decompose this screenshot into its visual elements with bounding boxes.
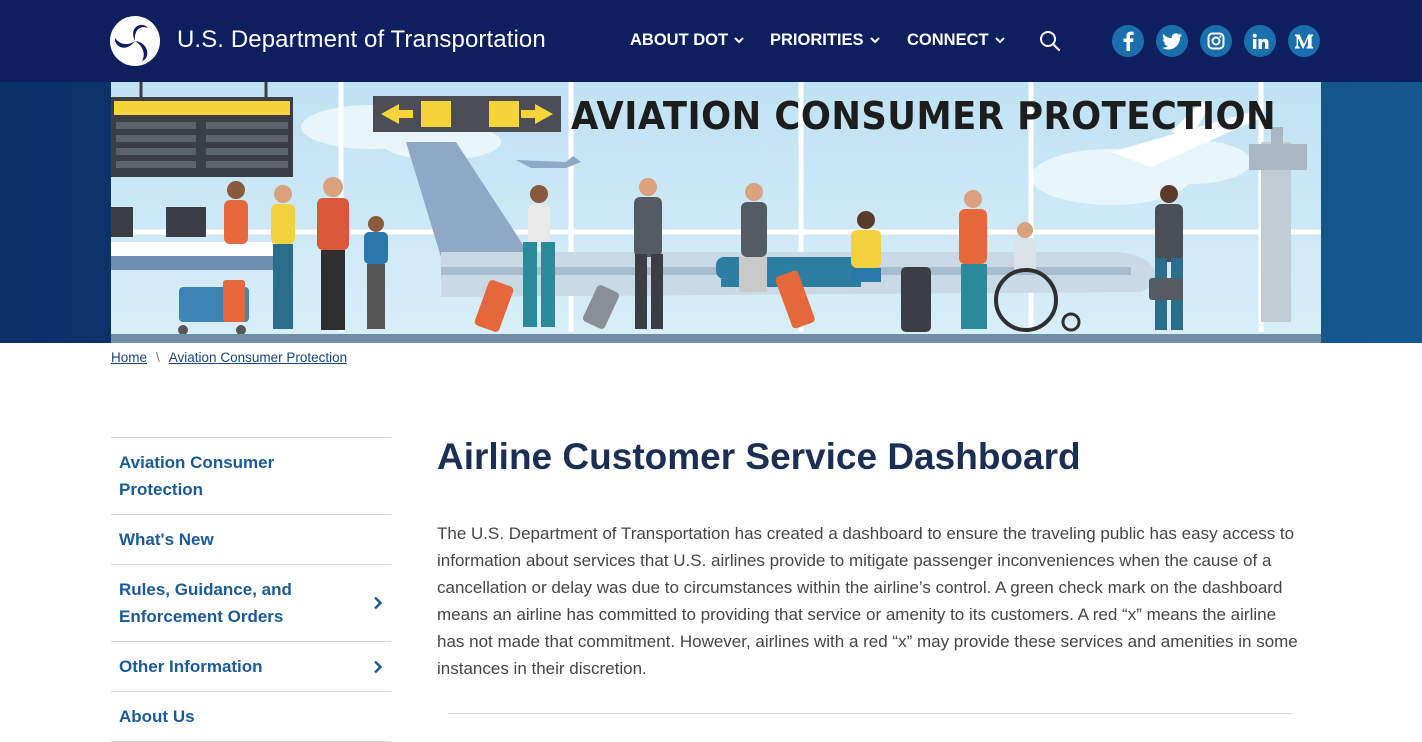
- facebook-icon[interactable]: [1112, 25, 1144, 57]
- breadcrumb-home-link[interactable]: Home: [111, 350, 147, 365]
- dot-logo-icon[interactable]: [110, 16, 160, 66]
- nav-priorities[interactable]: PRIORITIES: [770, 31, 880, 50]
- search-icon[interactable]: [1039, 30, 1061, 52]
- side-navigation: Aviation Consumer Protection What's New …: [111, 437, 391, 742]
- medium-icon[interactable]: [1288, 25, 1320, 57]
- hero-banner-background: AVIATION CONSUMER PROTECTION: [0, 82, 1422, 343]
- sidenav-item-rules-guidance[interactable]: Rules, Guidance, and Enforcement Orders: [111, 565, 391, 642]
- sidenav-item-aviation-consumer-protection[interactable]: Aviation Consumer Protection: [111, 438, 391, 515]
- nav-connect[interactable]: CONNECT: [907, 31, 1005, 50]
- sidenav-item-whats-new[interactable]: What's New: [111, 515, 391, 565]
- twitter-icon[interactable]: [1156, 25, 1188, 57]
- sidenav-item-label: What's New: [119, 530, 214, 549]
- nav-about-dot[interactable]: ABOUT DOT: [630, 31, 744, 50]
- site-header: U.S. Department of Transportation ABOUT …: [0, 0, 1422, 82]
- chevron-down-icon: [869, 37, 880, 44]
- nav-label: PRIORITIES: [770, 31, 864, 49]
- sidenav-item-label: About Us: [119, 707, 195, 726]
- chevron-right-icon[interactable]: [373, 596, 383, 610]
- chevron-down-icon: [994, 37, 1005, 44]
- sidenav-item-other-information[interactable]: Other Information: [111, 642, 391, 692]
- breadcrumb-current-link[interactable]: Aviation Consumer Protection: [169, 350, 347, 365]
- intro-paragraph: The U.S. Department of Transportation ha…: [437, 524, 1298, 678]
- chevron-right-icon[interactable]: [373, 660, 383, 674]
- sidenav-item-label: Rules, Guidance, and Enforcement Orders: [119, 580, 292, 626]
- page-title: Airline Customer Service Dashboard: [437, 436, 1081, 477]
- hero-banner: AVIATION CONSUMER PROTECTION: [111, 82, 1321, 343]
- sidenav-item-label: Aviation Consumer Protection: [119, 453, 275, 499]
- hero-title: AVIATION CONSUMER PROTECTION: [571, 94, 1276, 138]
- nav-label: CONNECT: [907, 31, 989, 49]
- divider: [448, 713, 1293, 714]
- breadcrumb: Home \ Aviation Consumer Protection: [111, 350, 347, 365]
- instagram-icon[interactable]: [1200, 25, 1232, 57]
- linkedin-icon[interactable]: [1244, 25, 1276, 57]
- sidenav-item-label: Other Information: [119, 657, 263, 676]
- breadcrumb-separator: \: [156, 350, 160, 365]
- nav-label: ABOUT DOT: [630, 31, 729, 49]
- site-title[interactable]: U.S. Department of Transportation: [177, 26, 546, 54]
- sidenav-item-about-us[interactable]: About Us: [111, 692, 391, 742]
- chevron-down-icon: [734, 37, 744, 44]
